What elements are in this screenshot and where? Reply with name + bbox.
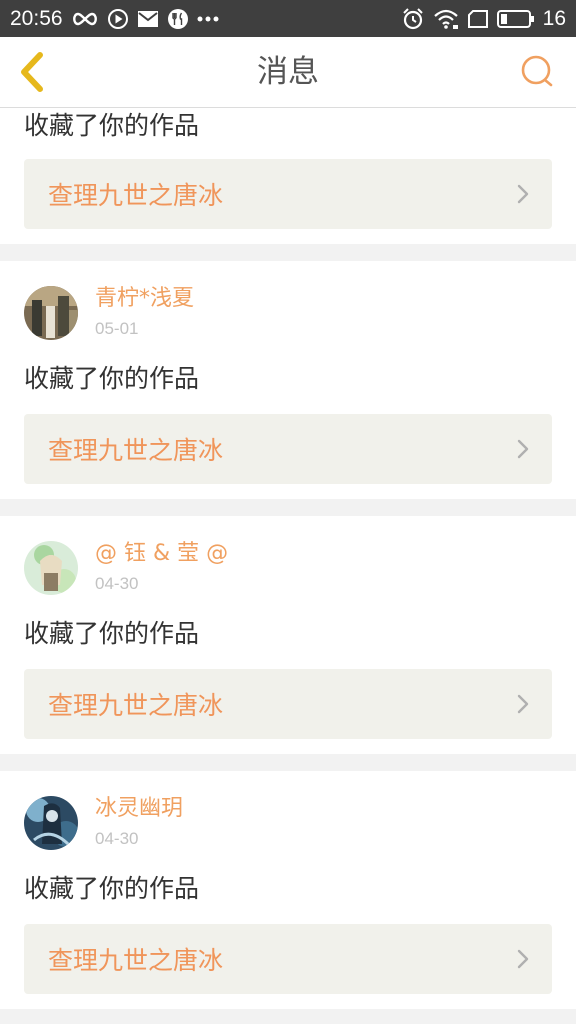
search-button[interactable] xyxy=(520,54,556,90)
work-link[interactable]: 查理九世之唐冰 xyxy=(24,159,552,229)
work-link[interactable]: 查理九世之唐冰 xyxy=(24,924,552,994)
more-dots-icon xyxy=(197,15,219,23)
message-list[interactable]: 收藏了你的作品 查理九世之唐冰 青柠*浅夏 05-01 收藏了你的作品 查理九世… xyxy=(0,108,576,1009)
chevron-right-icon xyxy=(517,694,529,714)
search-icon xyxy=(521,55,553,87)
work-title: 查理九世之唐冰 xyxy=(48,181,224,210)
user-meta: 冰灵幽玥 04-30 xyxy=(95,795,183,851)
notification-action-text: 收藏了你的作品 xyxy=(24,111,200,140)
notification-action-text: 收藏了你的作品 xyxy=(24,619,200,648)
notification-card: 冰灵幽玥 04-30 收藏了你的作品 查理九世之唐冰 xyxy=(0,771,576,1009)
restaurant-icon xyxy=(167,8,189,30)
avatar[interactable] xyxy=(24,286,78,340)
user-meta: @ 钰 & 莹 @ 04-30 xyxy=(95,540,228,596)
status-time: 20:56 xyxy=(10,6,63,30)
work-link[interactable]: 查理九世之唐冰 xyxy=(24,669,552,739)
notification-action-text: 收藏了你的作品 xyxy=(24,874,200,903)
infinity-icon xyxy=(71,11,99,27)
user-row: 冰灵幽玥 04-30 xyxy=(24,795,183,851)
avatar[interactable] xyxy=(24,796,78,850)
user-name[interactable]: 冰灵幽玥 xyxy=(95,795,183,823)
work-title: 查理九世之唐冰 xyxy=(48,436,224,465)
nav-bar: 消息 xyxy=(0,37,576,108)
work-link[interactable]: 查理九世之唐冰 xyxy=(24,414,552,484)
mail-icon xyxy=(137,9,159,29)
screen-rotate-icon xyxy=(467,9,489,29)
user-meta: 青柠*浅夏 05-01 xyxy=(95,285,194,341)
notification-action-text: 收藏了你的作品 xyxy=(24,364,200,393)
battery-level: 16 xyxy=(542,6,566,30)
work-title: 查理九世之唐冰 xyxy=(48,691,224,720)
notification-card: @ 钰 & 莹 @ 04-30 收藏了你的作品 查理九世之唐冰 xyxy=(0,516,576,754)
status-bar-left: 20:56 xyxy=(10,7,219,31)
chevron-left-icon xyxy=(21,52,43,92)
user-name[interactable]: 青柠*浅夏 xyxy=(95,285,194,313)
user-name[interactable]: @ 钰 & 莹 @ xyxy=(95,540,228,568)
user-row: 青柠*浅夏 05-01 xyxy=(24,285,194,341)
status-bar-right: 16 xyxy=(401,7,566,31)
status-bar: 20:56 16 xyxy=(0,0,576,37)
timestamp: 04-30 xyxy=(95,829,139,848)
wifi-icon xyxy=(433,8,459,30)
chevron-right-icon xyxy=(517,949,529,969)
timestamp: 04-30 xyxy=(95,574,139,593)
chevron-right-icon xyxy=(517,184,529,204)
notification-card: 青柠*浅夏 05-01 收藏了你的作品 查理九世之唐冰 xyxy=(0,261,576,499)
avatar[interactable] xyxy=(24,541,78,595)
play-circle-icon xyxy=(107,8,129,30)
battery-icon xyxy=(496,9,535,29)
user-row: @ 钰 & 莹 @ 04-30 xyxy=(24,540,228,596)
work-title: 查理九世之唐冰 xyxy=(48,946,224,975)
page-title: 消息 xyxy=(257,54,319,90)
notification-card: 收藏了你的作品 查理九世之唐冰 xyxy=(0,108,576,244)
alarm-icon xyxy=(401,7,425,31)
timestamp: 05-01 xyxy=(95,319,139,338)
back-button[interactable] xyxy=(14,51,50,93)
chevron-right-icon xyxy=(517,439,529,459)
